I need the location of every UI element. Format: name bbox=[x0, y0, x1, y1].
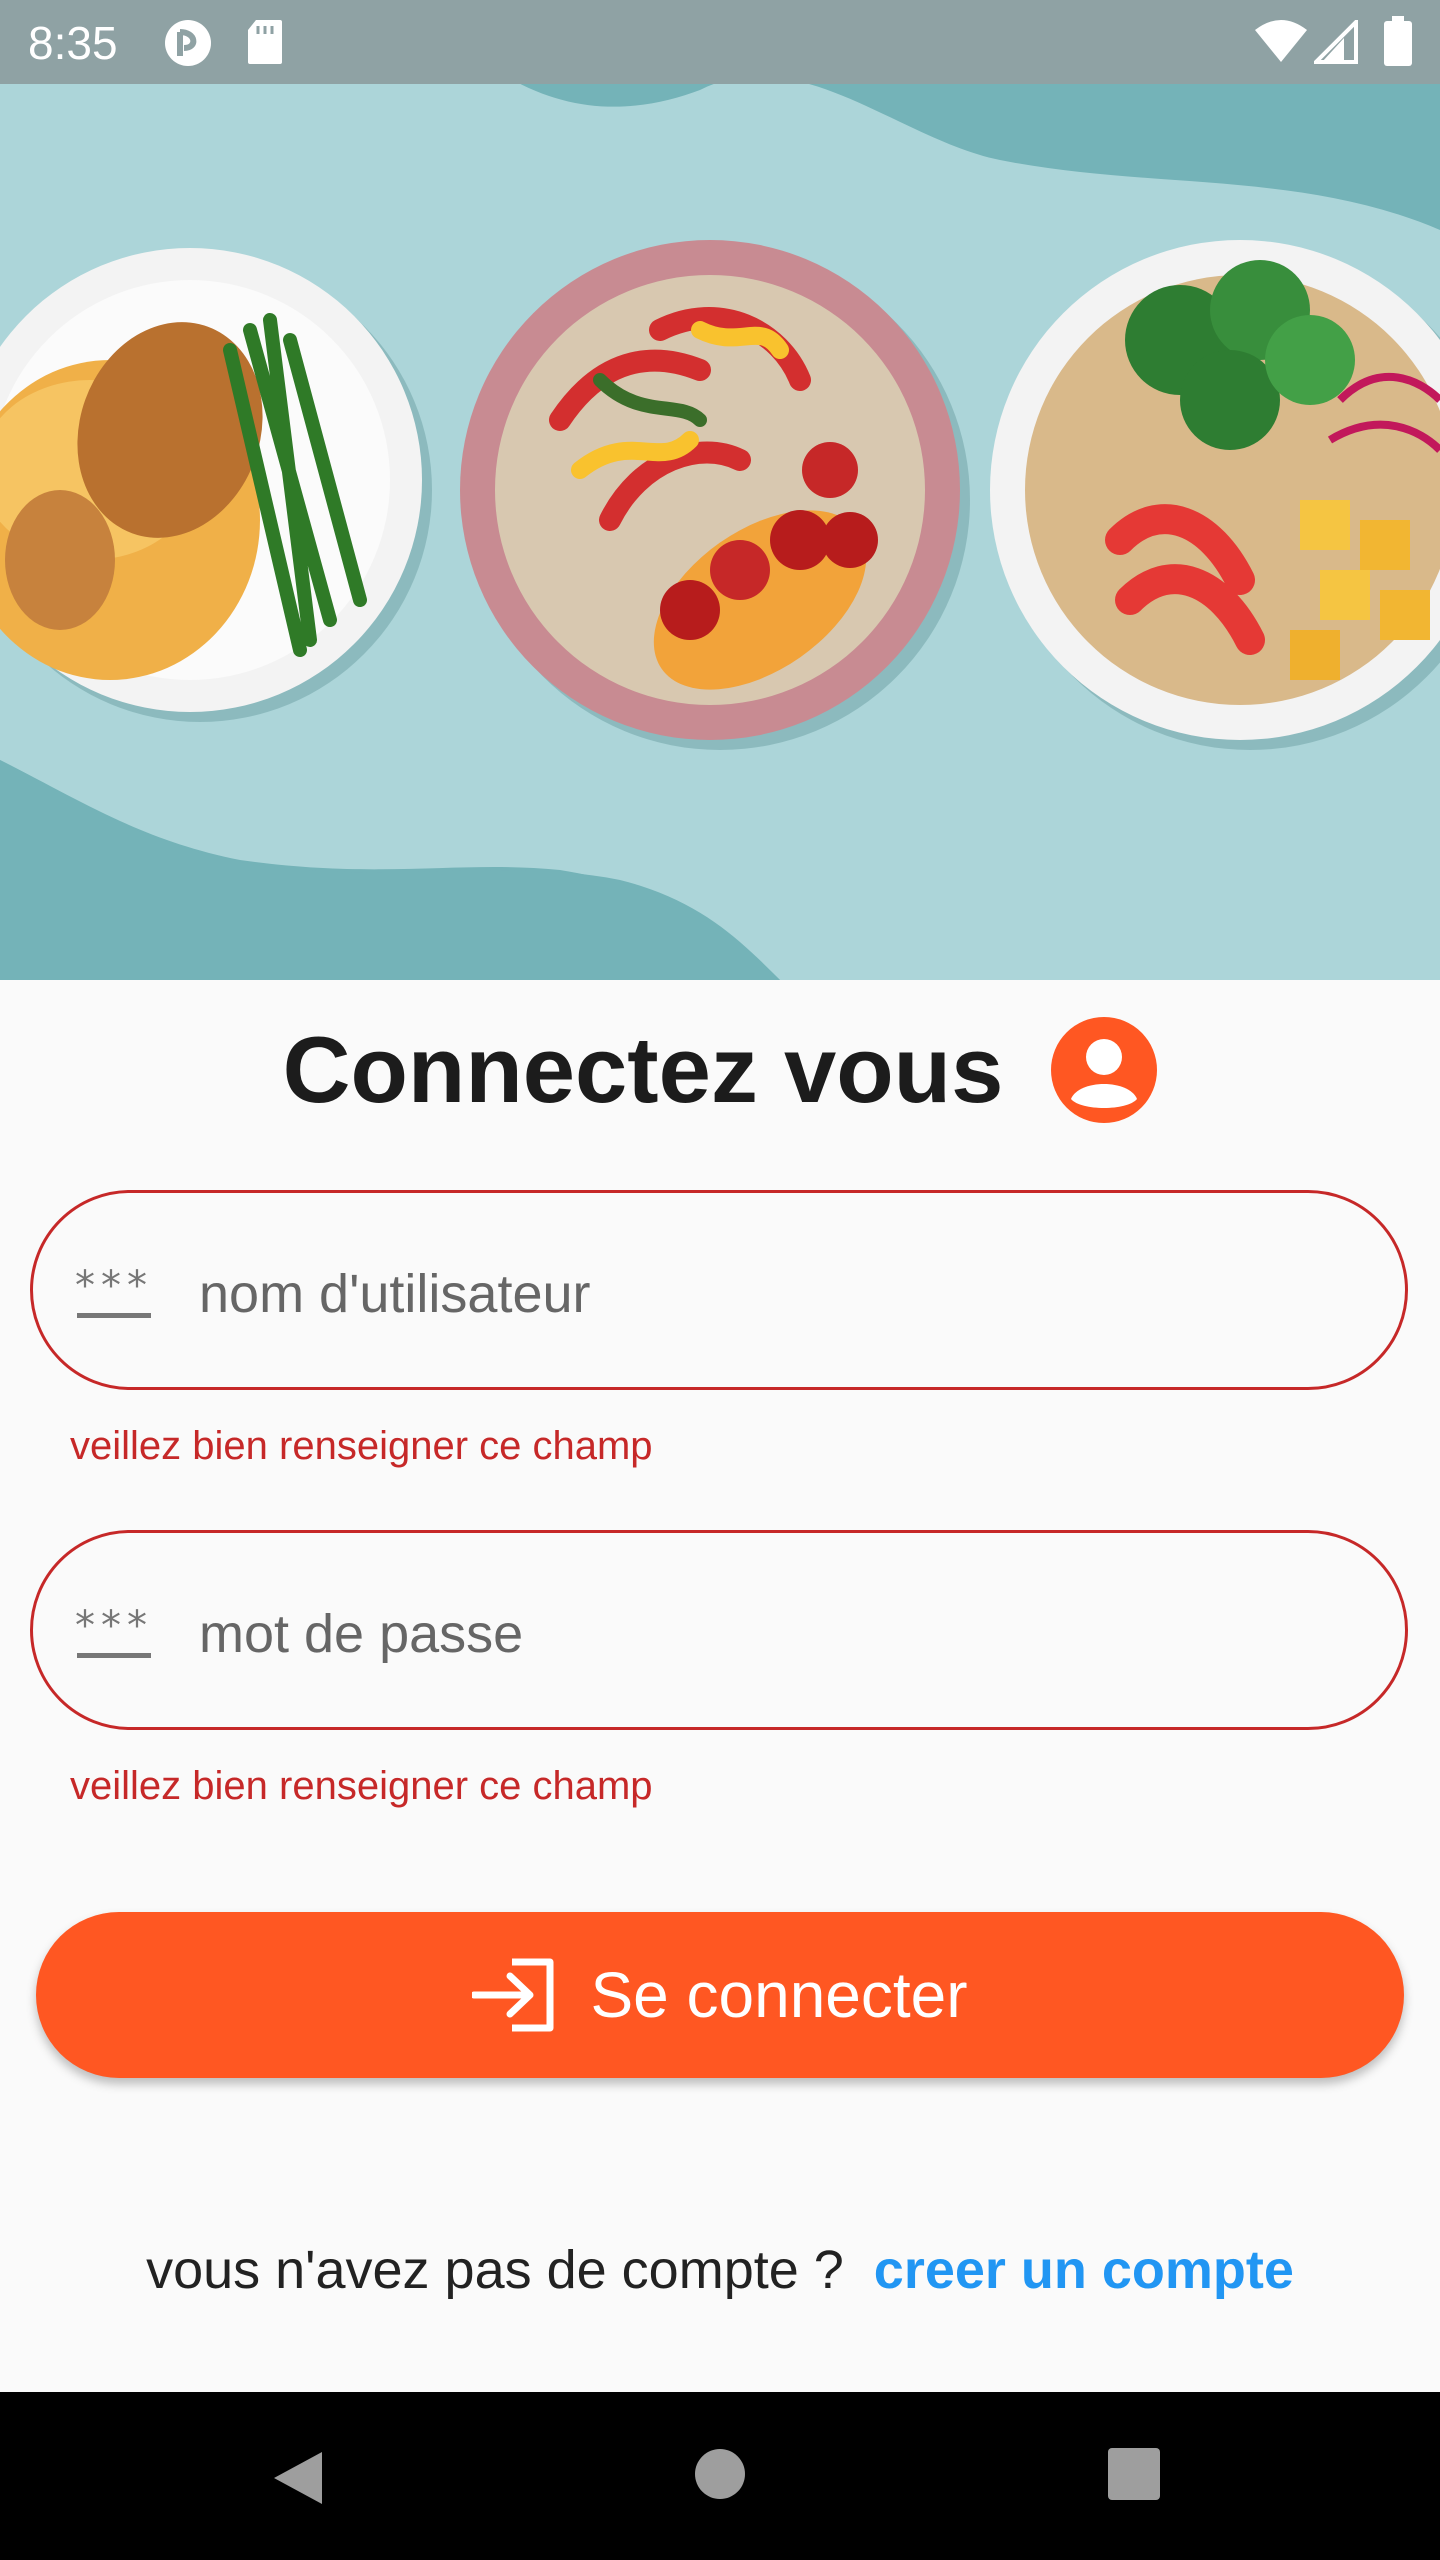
status-bar: 8:35 bbox=[0, 0, 1440, 84]
page-title: Connectez vous bbox=[282, 1017, 1004, 1122]
sd-card-icon bbox=[248, 20, 282, 64]
hero-banner bbox=[0, 0, 1440, 980]
signup-prompt-text: vous n'avez pas de compte ? bbox=[146, 2240, 844, 2300]
password-icon: * * * bbox=[75, 1603, 151, 1658]
notification-app-icon bbox=[165, 20, 211, 66]
username-error: veillez bien renseigner ce champ bbox=[70, 1424, 653, 1468]
create-account-link[interactable]: creer un compte bbox=[874, 2239, 1294, 2301]
svg-text:*: * bbox=[127, 1263, 147, 1309]
password-input[interactable] bbox=[197, 1573, 1351, 1695]
title-row: Connectez vous bbox=[0, 1010, 1440, 1130]
system-nav-bar bbox=[0, 2392, 1440, 2560]
cell-signal-icon bbox=[1314, 20, 1358, 64]
account-circle-icon bbox=[1051, 1017, 1158, 1123]
password-error: veillez bien renseigner ce champ bbox=[70, 1764, 653, 1808]
signup-prompt-row: vous n'avez pas de compte ? creer un com… bbox=[0, 2230, 1440, 2310]
svg-text:*: * bbox=[127, 1603, 147, 1649]
password-field[interactable]: * * * bbox=[30, 1530, 1408, 1730]
wifi-icon bbox=[1255, 20, 1307, 62]
username-field[interactable]: * * * bbox=[30, 1190, 1408, 1390]
back-icon[interactable] bbox=[270, 2448, 326, 2508]
home-icon[interactable] bbox=[694, 2448, 746, 2500]
login-button[interactable]: Se connecter bbox=[36, 1912, 1404, 2078]
svg-text:*: * bbox=[101, 1603, 121, 1649]
battery-icon bbox=[1384, 16, 1412, 66]
recents-icon[interactable] bbox=[1108, 2448, 1160, 2500]
username-input[interactable] bbox=[197, 1233, 1351, 1355]
svg-text:*: * bbox=[75, 1263, 95, 1309]
login-button-label: Se connecter bbox=[590, 1959, 968, 2031]
status-time: 8:35 bbox=[28, 17, 118, 69]
password-icon: * * * bbox=[75, 1263, 151, 1318]
svg-text:*: * bbox=[75, 1603, 95, 1649]
food-bowls-banner bbox=[0, 0, 1440, 980]
login-icon bbox=[472, 1958, 554, 2032]
svg-text:*: * bbox=[101, 1263, 121, 1309]
